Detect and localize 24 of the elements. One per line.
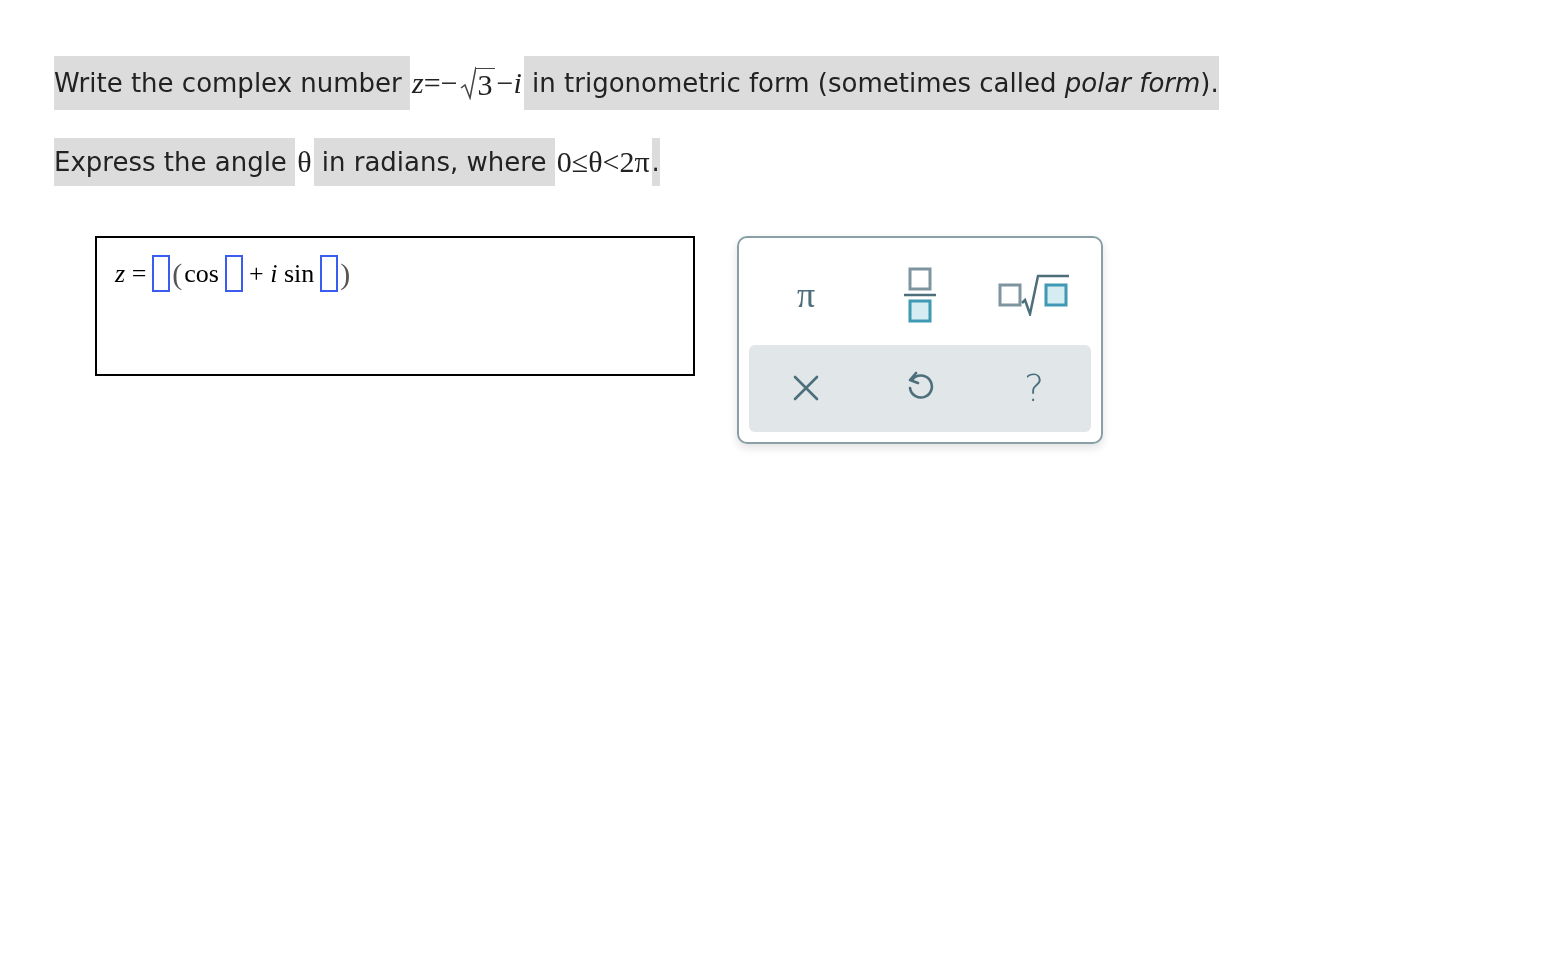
fraction-icon	[903, 267, 937, 324]
math-expression: cos	[184, 258, 219, 289]
blank-input-field[interactable]	[152, 255, 171, 292]
parenthesis: (	[172, 256, 183, 291]
math-expression: z=−	[410, 66, 459, 100]
blank-input-field[interactable]	[320, 255, 339, 292]
parenthesis: )	[340, 256, 351, 291]
question-text: Express the angle	[54, 138, 296, 186]
math-expression: 0≤θ<2π	[555, 145, 651, 179]
blank-input-field[interactable]	[224, 255, 243, 292]
question-text: .	[651, 138, 660, 186]
question-text: Write the complex number	[54, 56, 411, 110]
close-icon	[793, 375, 819, 402]
help-button[interactable]: ?	[1015, 362, 1053, 415]
math-expression: −i	[495, 66, 523, 100]
math-expression: θ	[296, 145, 313, 179]
answer-field[interactable]: z = (cos + i sin )	[95, 236, 695, 376]
question-text: in trigonometric form (sometimes called polar form).	[523, 56, 1219, 110]
math-expression: z =	[115, 258, 147, 289]
square-root-expression: 3	[459, 66, 495, 100]
nth-root-icon	[998, 274, 1070, 317]
question-text: in radians, where	[313, 138, 555, 186]
math-expression: + i sin	[248, 258, 315, 289]
pi-key[interactable]: π	[788, 270, 824, 321]
